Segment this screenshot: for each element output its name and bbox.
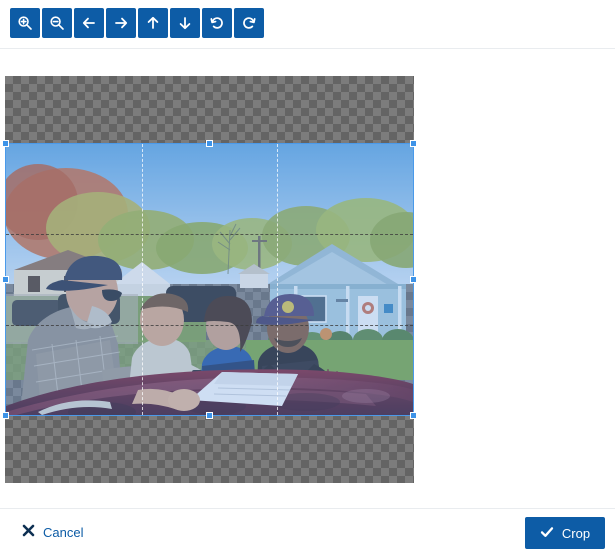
crop-button[interactable]: Crop — [525, 517, 605, 549]
check-icon — [540, 525, 554, 542]
move-down-button[interactable] — [170, 8, 200, 38]
rotate-left-icon — [209, 15, 225, 31]
photo-illustration — [6, 144, 413, 415]
move-right-button[interactable] — [106, 8, 136, 38]
rotate-right-icon — [241, 15, 257, 31]
crop-handle-w[interactable] — [2, 276, 9, 283]
crop-selection[interactable] — [5, 143, 414, 416]
cancel-button-label: Cancel — [43, 525, 83, 540]
arrow-up-icon — [145, 15, 161, 31]
zoom-out-button[interactable] — [42, 8, 72, 38]
source-photo — [6, 144, 413, 415]
crop-button-label: Crop — [562, 526, 590, 541]
crop-handle-e[interactable] — [410, 276, 417, 283]
close-x-icon — [22, 524, 35, 540]
zoom-in-icon — [17, 15, 33, 31]
crop-handle-nw[interactable] — [2, 140, 9, 147]
image-editor-canvas[interactable] — [5, 76, 414, 483]
zoom-out-icon — [49, 15, 65, 31]
zoom-in-button[interactable] — [10, 8, 40, 38]
crop-handle-sw[interactable] — [2, 412, 9, 419]
arrow-right-icon — [113, 15, 129, 31]
arrow-down-icon — [177, 15, 193, 31]
rotate-left-button[interactable] — [202, 8, 232, 38]
move-left-button[interactable] — [74, 8, 104, 38]
crop-handle-n[interactable] — [206, 140, 213, 147]
move-up-button[interactable] — [138, 8, 168, 38]
cancel-button[interactable]: Cancel — [18, 518, 87, 546]
crop-handle-ne[interactable] — [410, 140, 417, 147]
rotate-right-button[interactable] — [234, 8, 264, 38]
editor-toolbar — [0, 0, 615, 49]
dialog-footer: Cancel Crop — [0, 509, 615, 555]
crop-handle-s[interactable] — [206, 412, 213, 419]
crop-handle-se[interactable] — [410, 412, 417, 419]
arrow-left-icon — [81, 15, 97, 31]
